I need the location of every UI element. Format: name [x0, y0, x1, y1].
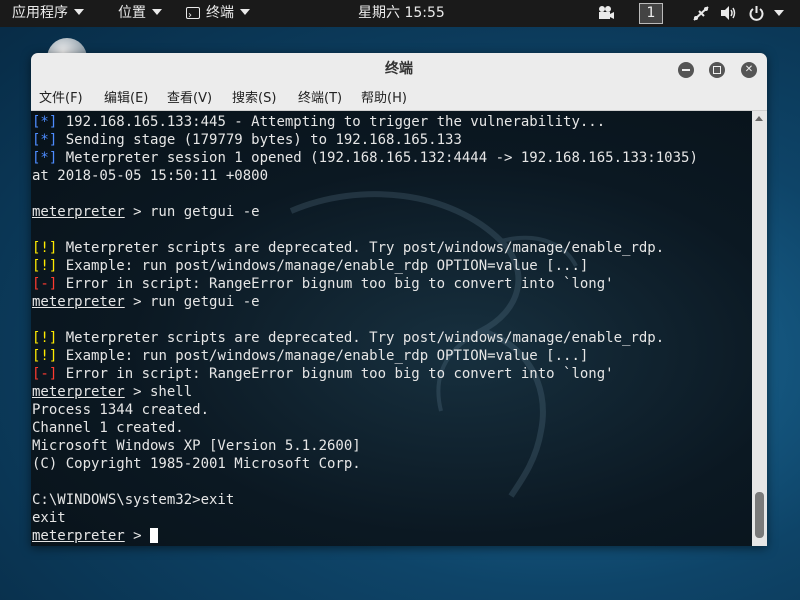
workspace-number: 1 [639, 3, 663, 24]
menu-edit[interactable]: 编辑(E) [104, 86, 148, 111]
maximize-button[interactable] [709, 62, 725, 78]
terminal-line-text: Meterpreter scripts are deprecated. Try … [57, 330, 665, 346]
prompt-label: meterpreter [32, 294, 125, 310]
terminal-line-text: Sending stage (179779 bytes) to 192.168.… [57, 132, 462, 148]
applications-menu[interactable]: 应用程序 [12, 0, 84, 27]
warning-tag: [!] [32, 240, 58, 256]
terminal-line: Channel 1 created. [32, 419, 184, 437]
vertical-scrollbar[interactable] [752, 111, 767, 546]
menu-terminal[interactable]: 终端(T) [298, 86, 342, 111]
error-tag: [-] [32, 366, 58, 382]
terminal-app-menu[interactable]: 终端 [186, 0, 250, 29]
terminal-line: [!] Meterpreter scripts are deprecated. … [32, 329, 664, 347]
menu-bar: 文件(F) 编辑(E) 查看(V) 搜索(S) 终端(T) 帮助(H) [31, 86, 767, 111]
terminal-line: meterpreter > run getgui -e [32, 203, 260, 221]
terminal-line-text: Error in script: RangeError bignum too b… [57, 276, 614, 292]
scrollbar-thumb[interactable] [755, 492, 764, 538]
terminal-line: [-] Error in script: RangeError bignum t… [32, 275, 614, 293]
terminal-line: [*] Sending stage (179779 bytes) to 192.… [32, 131, 462, 149]
caret-down-icon [152, 9, 162, 15]
menu-help[interactable]: 帮助(H) [361, 86, 407, 111]
terminal-line-text: 192.168.165.133:445 - Attempting to trig… [57, 114, 606, 130]
prompt-label: meterpreter [32, 204, 125, 220]
terminal-line-text: > run getgui -e [124, 294, 260, 310]
terminal-line: C:\WINDOWS\system32>exit [32, 491, 234, 509]
terminal-line-text: > [124, 528, 151, 544]
terminal-line: at 2018-05-05 15:50:11 +0800 [32, 167, 268, 185]
caret-down-icon [74, 9, 84, 15]
terminal-line: [-] Error in script: RangeError bignum t… [32, 365, 614, 383]
places-menu[interactable]: 位置 [118, 0, 162, 27]
close-icon: ✕ [744, 64, 754, 75]
terminal-line-text: Error in script: RangeError bignum too b… [57, 366, 614, 382]
terminal-line-text: C:\WINDOWS\system32>exit [32, 492, 235, 508]
terminal-line: [!] Example: run post/windows/manage/ena… [32, 257, 588, 275]
caret-down-icon[interactable] [774, 10, 784, 16]
terminal-output[interactable]: [*] 192.168.165.133:445 - Attempting to … [31, 111, 752, 546]
terminal-line-text: Process 1344 created. [32, 402, 210, 418]
info-tag: [*] [32, 150, 58, 166]
warning-tag: [!] [32, 258, 58, 274]
terminal-line: [!] Meterpreter scripts are deprecated. … [32, 239, 664, 257]
terminal-line: Process 1344 created. [32, 401, 209, 419]
scroll-up-icon[interactable] [755, 116, 763, 121]
text-cursor [150, 528, 159, 543]
terminal-line: meterpreter > [32, 527, 159, 545]
terminal-app-label: 终端 [206, 5, 234, 21]
terminal-line: [*] 192.168.165.133:445 - Attempting to … [32, 113, 605, 131]
terminal-line-text: Meterpreter session 1 opened (192.168.16… [57, 150, 698, 166]
prompt-label: meterpreter [32, 528, 125, 544]
terminal-icon [186, 2, 200, 29]
menu-search[interactable]: 搜索(S) [232, 86, 276, 111]
minimize-button[interactable] [678, 62, 694, 78]
terminal-line-text: > run getgui -e [124, 204, 260, 220]
terminal-line: exit [32, 509, 66, 527]
terminal-line-text: Example: run post/windows/manage/enable_… [57, 258, 589, 274]
terminal-line-text: at 2018-05-05 15:50:11 +0800 [32, 168, 269, 184]
info-tag: [*] [32, 132, 58, 148]
terminal-line-text: Example: run post/windows/manage/enable_… [57, 348, 589, 364]
window-titlebar[interactable]: 终端 ✕ [31, 53, 767, 87]
terminal-line: [!] Example: run post/windows/manage/ena… [32, 347, 588, 365]
error-tag: [-] [32, 276, 58, 292]
menu-file[interactable]: 文件(F) [39, 86, 83, 111]
terminal-line: [*] Meterpreter session 1 opened (192.16… [32, 149, 698, 167]
power-icon[interactable] [748, 5, 765, 22]
close-button[interactable]: ✕ [741, 62, 757, 78]
places-menu-label: 位置 [118, 5, 146, 21]
applications-menu-label: 应用程序 [12, 5, 68, 21]
menu-view[interactable]: 查看(V) [167, 86, 212, 111]
top-panel: 应用程序 位置 终端 星期六 15:55 1 [0, 0, 800, 29]
terminal-line: (C) Copyright 1985-2001 Microsoft Corp. [32, 455, 361, 473]
terminal-line: meterpreter > shell [32, 383, 192, 401]
terminal-line-text: exit [32, 510, 66, 526]
clock[interactable]: 星期六 15:55 [358, 0, 445, 27]
terminal-line: meterpreter > run getgui -e [32, 293, 260, 311]
terminal-line-text: Meterpreter scripts are deprecated. Try … [57, 240, 665, 256]
network-disconnected-icon[interactable] [692, 5, 710, 22]
terminal-line: Microsoft Windows XP [Version 5.1.2600] [32, 437, 361, 455]
video-camera-icon[interactable] [597, 5, 615, 21]
terminal-line-text: > shell [124, 384, 193, 400]
caret-down-icon [240, 9, 250, 15]
workspace-indicator[interactable]: 1 [639, 0, 663, 27]
terminal-line-text: Channel 1 created. [32, 420, 184, 436]
info-tag: [*] [32, 114, 58, 130]
terminal-window: 终端 ✕ 文件(F) 编辑(E) 查看(V) 搜索(S) 终端(T) 帮助(H)… [31, 53, 767, 546]
warning-tag: [!] [32, 330, 58, 346]
terminal-line-text: (C) Copyright 1985-2001 Microsoft Corp. [32, 456, 361, 472]
terminal-line-text: Microsoft Windows XP [Version 5.1.2600] [32, 438, 361, 454]
window-title: 终端 [385, 61, 413, 77]
volume-icon[interactable] [720, 5, 738, 21]
warning-tag: [!] [32, 348, 58, 364]
prompt-label: meterpreter [32, 384, 125, 400]
